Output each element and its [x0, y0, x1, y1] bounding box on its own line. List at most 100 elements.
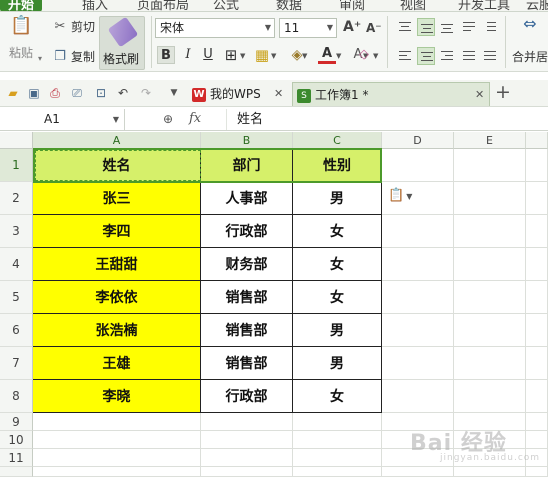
tab-data[interactable]: 数据: [276, 0, 302, 11]
tab-workbook[interactable]: S 工作簿1 * ✕: [292, 82, 490, 106]
tab-review[interactable]: 审阅: [339, 0, 365, 11]
formula-input[interactable]: 姓名: [226, 109, 548, 130]
row-header[interactable]: 2: [0, 182, 33, 215]
row-header[interactable]: 8: [0, 380, 33, 413]
gender-cell[interactable]: 女: [293, 281, 382, 314]
empty-cell[interactable]: [201, 467, 293, 477]
name-cell[interactable]: 李依依: [33, 281, 201, 314]
format-painter-button[interactable]: 格式刷: [99, 16, 145, 70]
tab-home[interactable]: 开始: [0, 0, 43, 11]
bold-button[interactable]: B: [157, 46, 175, 64]
empty-cell[interactable]: [382, 248, 454, 281]
column-header-a[interactable]: A: [33, 132, 201, 149]
empty-cell[interactable]: [201, 449, 293, 467]
copy-button[interactable]: ❐ 复制: [52, 48, 95, 65]
empty-cell[interactable]: [526, 248, 548, 281]
empty-cell[interactable]: [382, 314, 454, 347]
empty-cell[interactable]: [454, 248, 526, 281]
empty-cell[interactable]: [33, 449, 201, 467]
font-name-select[interactable]: 宋体 ▼: [155, 18, 275, 38]
tab-developer[interactable]: 开发工具: [458, 0, 510, 11]
save-icon[interactable]: ▣: [27, 86, 41, 100]
tab-insert[interactable]: 插入: [82, 0, 108, 11]
cut-button[interactable]: ✂ 剪切: [52, 18, 95, 35]
align-top-icon[interactable]: [396, 18, 414, 36]
empty-cell[interactable]: [526, 314, 548, 347]
empty-cell[interactable]: [382, 215, 454, 248]
export-pdf-icon[interactable]: ⎙: [48, 86, 62, 100]
empty-cell[interactable]: [454, 380, 526, 413]
empty-cell[interactable]: [454, 215, 526, 248]
paste-button[interactable]: 📋 粘贴: [6, 17, 36, 61]
tab-cloud[interactable]: 云服: [526, 0, 548, 11]
increase-font-icon[interactable]: A⁺: [343, 19, 361, 35]
gender-cell[interactable]: 女: [293, 215, 382, 248]
chevron-down-icon[interactable]: ▼: [373, 52, 378, 60]
column-header-e[interactable]: E: [454, 132, 526, 149]
name-cell[interactable]: 王甜甜: [33, 248, 201, 281]
wrap-icon[interactable]: [460, 18, 478, 36]
empty-cell[interactable]: [201, 413, 293, 431]
undo-icon[interactable]: ↶: [116, 86, 130, 100]
empty-cell[interactable]: [526, 182, 548, 215]
empty-cell[interactable]: [382, 347, 454, 380]
name-cell[interactable]: 张三: [33, 182, 201, 215]
empty-cell[interactable]: [526, 347, 548, 380]
column-header-f[interactable]: [526, 132, 548, 149]
name-cell[interactable]: 李四: [33, 215, 201, 248]
chevron-down-icon[interactable]: ▼: [302, 52, 307, 60]
font-color-icon[interactable]: A: [318, 45, 336, 64]
empty-cell[interactable]: [526, 380, 548, 413]
empty-cell[interactable]: [382, 149, 454, 182]
chevron-down-icon[interactable]: ▼: [271, 52, 276, 60]
empty-cell[interactable]: [33, 467, 201, 477]
header-cell-gender[interactable]: 性别: [293, 149, 382, 182]
zoom-icon[interactable]: ⊕: [163, 112, 173, 126]
department-cell[interactable]: 财务部: [201, 248, 293, 281]
department-cell[interactable]: 行政部: [201, 215, 293, 248]
decrease-font-icon[interactable]: A⁻: [366, 21, 382, 35]
tab-page-layout[interactable]: 页面布局: [137, 0, 189, 11]
empty-cell[interactable]: [526, 149, 548, 182]
department-cell[interactable]: 销售部: [201, 314, 293, 347]
row-header[interactable]: 7: [0, 347, 33, 380]
row-header[interactable]: 10: [0, 431, 33, 449]
paste-dropdown-icon[interactable]: ▾: [38, 54, 42, 63]
empty-cell[interactable]: [293, 413, 382, 431]
distributed-icon[interactable]: [481, 47, 499, 65]
empty-cell[interactable]: [382, 380, 454, 413]
fill-color-icon[interactable]: ▦: [253, 46, 271, 64]
empty-cell[interactable]: [382, 467, 454, 477]
gender-cell[interactable]: 男: [293, 182, 382, 215]
empty-cell[interactable]: [201, 431, 293, 449]
open-folder-icon[interactable]: ▰: [6, 86, 20, 100]
row-header[interactable]: 1: [0, 149, 33, 182]
department-cell[interactable]: 销售部: [201, 281, 293, 314]
row-header[interactable]: 9: [0, 413, 33, 431]
gender-cell[interactable]: 男: [293, 347, 382, 380]
empty-cell[interactable]: [293, 449, 382, 467]
align-bottom-icon[interactable]: [438, 18, 456, 36]
empty-cell[interactable]: [454, 467, 526, 477]
font-size-select[interactable]: 11 ▼: [279, 18, 337, 38]
gender-cell[interactable]: 女: [293, 380, 382, 413]
align-right-icon[interactable]: [438, 47, 456, 65]
paste-options-button[interactable]: 📋 ▼: [388, 188, 412, 203]
close-icon[interactable]: ✕: [475, 83, 484, 107]
name-cell[interactable]: 王雄: [33, 347, 201, 380]
empty-cell[interactable]: [454, 281, 526, 314]
chevron-down-icon[interactable]: ▼: [240, 52, 245, 60]
column-header-d[interactable]: D: [382, 132, 454, 149]
empty-cell[interactable]: [293, 431, 382, 449]
border-icon[interactable]: ⊞: [222, 46, 240, 64]
merge-button[interactable]: ⇔ 合并居: [512, 16, 548, 65]
tab-formulas[interactable]: 公式: [213, 0, 239, 11]
clear-format-icon[interactable]: ◇: [355, 46, 373, 64]
column-header-c[interactable]: C: [293, 132, 382, 149]
column-header-b[interactable]: B: [201, 132, 293, 149]
print-preview-icon[interactable]: ⊡: [94, 86, 108, 100]
gender-cell[interactable]: 男: [293, 314, 382, 347]
tab-my-wps[interactable]: W 我的WPS ✕: [186, 82, 286, 106]
align-center-icon[interactable]: [417, 47, 435, 65]
empty-cell[interactable]: [454, 149, 526, 182]
